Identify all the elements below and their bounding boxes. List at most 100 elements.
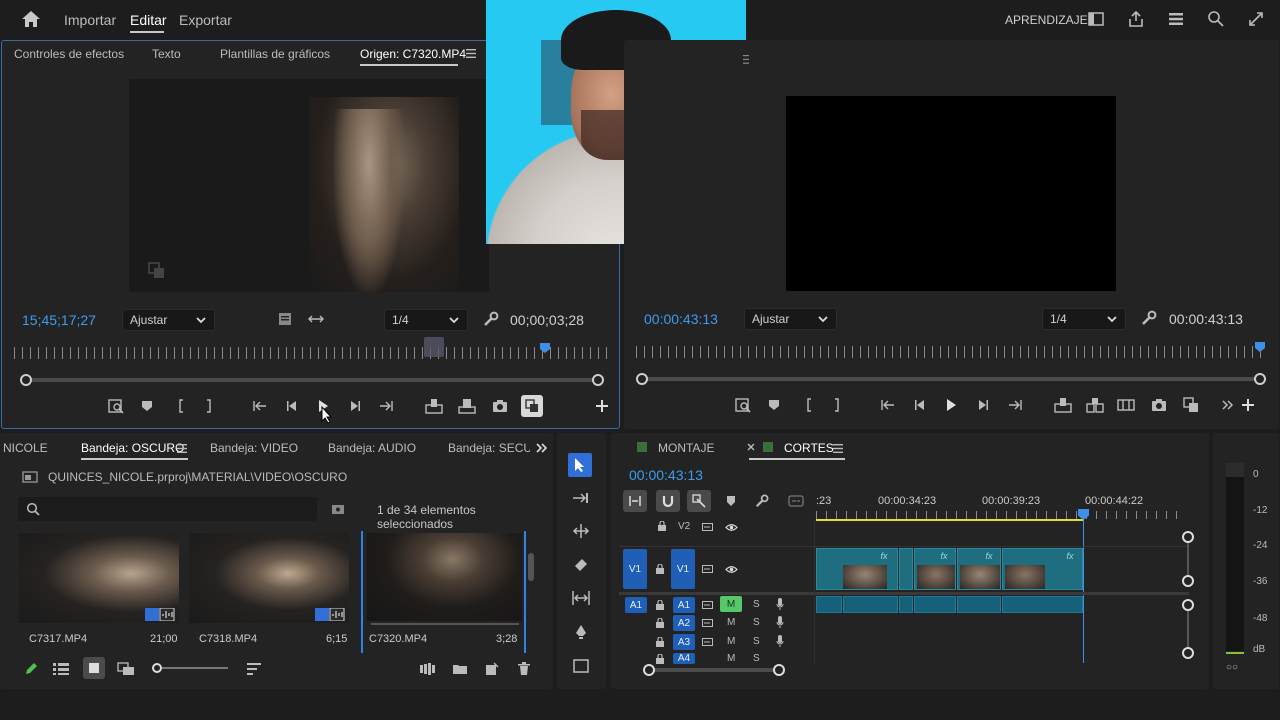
list-view-icon[interactable] [52,660,70,678]
selection-tool-icon[interactable] [568,453,592,477]
video-clip[interactable] [899,548,913,590]
microphone-icon[interactable] [774,597,786,611]
nav-editar[interactable]: Editar [130,12,167,28]
workspaces-icon[interactable] [1166,10,1186,28]
track-target-v1[interactable]: V1 [671,549,695,589]
share-icon[interactable] [1126,9,1146,29]
tab-montaje[interactable]: MONTAJE [658,441,714,455]
pencil-icon[interactable] [22,660,40,678]
go-to-out-icon[interactable] [376,397,396,415]
play-icon[interactable] [942,396,960,414]
program-fit-dropdown[interactable]: Ajustar [744,308,837,330]
audio-clip[interactable] [816,596,842,613]
wrench-icon[interactable] [754,493,770,509]
step-back-icon[interactable] [283,397,301,415]
compare-icon[interactable] [1181,395,1201,415]
source-resolution-dropdown[interactable]: 1/4 [384,309,468,331]
solo-a2[interactable]: S [753,617,760,628]
film-icon[interactable] [701,617,713,629]
meter-solo-buttons[interactable]: ○○ [1226,662,1238,673]
close-icon[interactable] [746,442,756,452]
go-to-out-icon[interactable] [1005,396,1025,414]
source-time-ruler[interactable] [14,347,609,359]
solo-a1[interactable]: S [753,599,760,610]
film-icon[interactable] [701,563,713,575]
panel-menu-icon[interactable] [464,46,478,60]
icon-view-icon[interactable] [83,657,105,679]
timeline-zoom-scrollbar[interactable] [643,664,785,676]
rectangle-tool-icon[interactable] [570,656,592,676]
film-icon[interactable] [701,599,713,611]
track-target-a4[interactable]: A4 [673,653,695,664]
timeline-ruler[interactable] [816,511,1186,519]
panel-menu-icon[interactable] [176,442,188,454]
more-chevrons-icon[interactable] [535,441,549,455]
new-item-icon[interactable] [483,660,501,678]
lock-icon[interactable] [654,599,666,611]
video-clip[interactable]: fx [957,548,1001,590]
audio-clip[interactable] [914,596,956,613]
program-timecode-left[interactable]: 00:00:43:13 [644,311,718,327]
tab-bandeja-oscuro[interactable]: Bandeja: OSCURO [81,441,184,455]
lock-icon[interactable] [654,654,666,664]
audio-clip[interactable] [843,596,898,613]
zoom-slider[interactable] [152,662,230,674]
project-item-selected[interactable]: C7320.MP4 3;28 [361,531,526,653]
project-item[interactable]: C7317.MP4 21;00 [19,533,179,651]
go-to-in-icon[interactable] [878,396,898,414]
add-button-icon[interactable] [592,396,612,416]
project-scrollbar[interactable] [528,553,534,581]
new-folder-icon[interactable] [451,660,469,678]
video-clip[interactable]: fx [914,548,956,590]
source-patch-v1[interactable]: V1 [623,549,647,589]
mute-a2[interactable]: M [727,617,735,628]
insert-icon[interactable] [424,396,444,416]
source-timecode-left[interactable]: 15;45;17;27 [22,312,96,328]
lock-icon[interactable] [654,617,666,629]
tab-origen[interactable]: Origen: C7320.MP4 [360,47,466,61]
video-clip[interactable]: fx [1002,548,1083,590]
razor-tool-icon[interactable] [570,555,592,575]
trim-icon[interactable] [1116,395,1136,415]
search-icon[interactable] [1206,9,1226,29]
snap-icon[interactable] [656,490,680,512]
export-frame-icon[interactable] [106,396,126,416]
export-frame-icon[interactable] [733,395,753,415]
tab-controles-efectos[interactable]: Controles de efectos [14,47,124,61]
clip-scrub-bar[interactable] [371,623,519,625]
audio-clip[interactable] [957,596,1001,613]
nest-icon[interactable] [623,490,647,512]
freeform-view-icon[interactable] [116,660,136,678]
camera-icon[interactable] [1149,395,1169,415]
nav-importar[interactable]: Importar [64,12,116,28]
marker-icon[interactable] [138,397,156,415]
add-button-icon[interactable] [1238,395,1258,415]
video-clip[interactable]: fx [816,548,898,590]
mute-a3[interactable]: M [727,636,735,647]
sort-icon[interactable] [245,660,263,678]
tab-bandeja-audio[interactable]: Bandeja: AUDIO [328,441,416,455]
captions-icon[interactable] [787,493,805,509]
eye-icon[interactable] [724,563,738,575]
linked-selection-icon[interactable] [687,490,711,512]
track-target-a1[interactable]: A1 [673,597,695,613]
wrench-icon[interactable] [482,311,500,327]
video-track-scroll[interactable] [1182,531,1194,587]
step-forward-icon[interactable] [974,396,992,414]
overwrite-icon[interactable] [457,396,477,416]
compare-icon[interactable] [521,395,543,417]
lock-icon[interactable] [654,636,666,648]
solo-a4[interactable]: S [753,653,760,664]
work-area-bar[interactable] [816,519,1084,521]
mute-a4[interactable]: M [727,653,735,664]
lock-icon[interactable] [656,520,668,532]
add-marker-icon[interactable] [723,493,739,509]
film-icon[interactable] [701,521,713,533]
nav-exportar[interactable]: Exportar [179,12,232,28]
slip-tool-icon[interactable] [570,588,592,608]
tab-nicole[interactable]: NICOLE [3,441,48,455]
audio-track-scroll[interactable] [1182,599,1194,659]
marker-icon[interactable] [765,396,783,414]
new-bin-icon[interactable] [330,501,346,517]
film-icon[interactable] [701,636,713,648]
